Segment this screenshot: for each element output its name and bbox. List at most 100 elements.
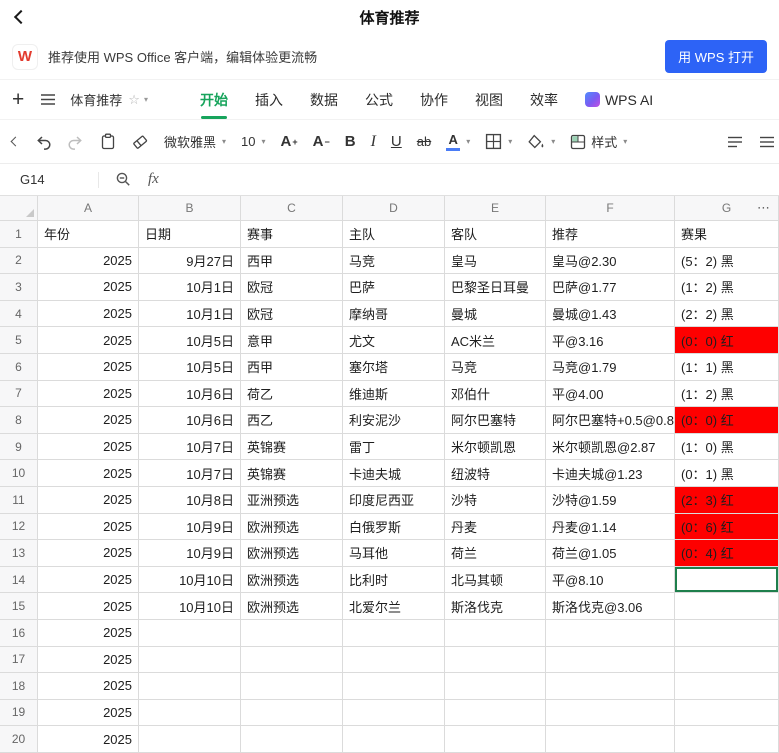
zoom-search-icon[interactable] — [115, 171, 132, 188]
cell-C6[interactable]: 西甲 — [241, 354, 343, 381]
cell-B19[interactable] — [139, 700, 241, 727]
menu-icon[interactable] — [40, 93, 56, 106]
align-left-icon[interactable] — [727, 135, 743, 149]
cell-D19[interactable] — [343, 700, 445, 727]
font-color-dropdown[interactable]: A ▾ — [446, 133, 470, 151]
cell-F6[interactable]: 马竞@1.79 — [546, 354, 675, 381]
cell-C16[interactable] — [241, 620, 343, 647]
decrease-font-size-button[interactable]: A− — [313, 133, 330, 150]
cell-G13[interactable]: (0：4) 红 — [675, 540, 779, 567]
cell-F17[interactable] — [546, 647, 675, 674]
cell-style-dropdown[interactable]: 样式 ▾ — [570, 132, 627, 151]
selected-cell-G14[interactable] — [675, 567, 779, 594]
star-icon[interactable]: ☆ — [128, 92, 140, 108]
row-header-5[interactable]: 5 — [0, 327, 38, 354]
cell-E14[interactable]: 北马其顿 — [445, 567, 546, 594]
cell-D13[interactable]: 马耳他 — [343, 540, 445, 567]
row-header-19[interactable]: 19 — [0, 700, 38, 727]
cell-G10[interactable]: (0：1) 黑 — [675, 460, 779, 487]
column-header-B[interactable]: B — [139, 196, 241, 221]
row-header-2[interactable]: 2 — [0, 248, 38, 275]
cell-A16[interactable]: 2025 — [38, 620, 139, 647]
cell-A18[interactable]: 2025 — [38, 673, 139, 700]
cell-G11[interactable]: (2：3) 红 — [675, 487, 779, 514]
cell-F8[interactable]: 阿尔巴塞特+0.5@0.8 — [546, 407, 675, 434]
cell-E1[interactable]: 客队 — [445, 221, 546, 248]
document-name[interactable]: 体育推荐 — [70, 90, 122, 109]
row-header-17[interactable]: 17 — [0, 647, 38, 674]
tab-公式[interactable]: 公式 — [365, 80, 393, 119]
formula-input[interactable] — [159, 164, 779, 195]
cell-D15[interactable]: 北爱尔兰 — [343, 593, 445, 620]
cell-B14[interactable]: 10月10日 — [139, 567, 241, 594]
cell-B12[interactable]: 10月9日 — [139, 514, 241, 541]
chevron-down-icon[interactable]: ▾ — [144, 95, 148, 104]
cell-A11[interactable]: 2025 — [38, 487, 139, 514]
column-header-F[interactable]: F — [546, 196, 675, 221]
cell-C10[interactable]: 英锦赛 — [241, 460, 343, 487]
increase-font-size-button[interactable]: A+ — [281, 133, 298, 150]
cell-E5[interactable]: AC米兰 — [445, 327, 546, 354]
cell-C13[interactable]: 欧洲预选 — [241, 540, 343, 567]
cell-D11[interactable]: 印度尼西亚 — [343, 487, 445, 514]
cell-D20[interactable] — [343, 726, 445, 753]
cell-B20[interactable] — [139, 726, 241, 753]
cell-G9[interactable]: (1：0) 黑 — [675, 434, 779, 461]
row-header-9[interactable]: 9 — [0, 434, 38, 461]
bold-button[interactable]: B — [345, 133, 356, 150]
cell-B6[interactable]: 10月5日 — [139, 354, 241, 381]
cell-G20[interactable] — [675, 726, 779, 753]
cell-A10[interactable]: 2025 — [38, 460, 139, 487]
row-header-12[interactable]: 12 — [0, 514, 38, 541]
cell-G3[interactable]: (1：2) 黑 — [675, 274, 779, 301]
cell-A12[interactable]: 2025 — [38, 514, 139, 541]
cell-C2[interactable]: 西甲 — [241, 248, 343, 275]
underline-button[interactable]: U — [391, 133, 402, 150]
cell-E4[interactable]: 曼城 — [445, 301, 546, 328]
cell-B18[interactable] — [139, 673, 241, 700]
cell-D1[interactable]: 主队 — [343, 221, 445, 248]
cell-A5[interactable]: 2025 — [38, 327, 139, 354]
cell-E10[interactable]: 纽波特 — [445, 460, 546, 487]
cell-G7[interactable]: (1：2) 黑 — [675, 381, 779, 408]
cell-C17[interactable] — [241, 647, 343, 674]
undo-icon[interactable] — [34, 134, 52, 150]
cell-G19[interactable] — [675, 700, 779, 727]
cell-C19[interactable] — [241, 700, 343, 727]
row-header-11[interactable]: 11 — [0, 487, 38, 514]
cell-B13[interactable]: 10月9日 — [139, 540, 241, 567]
cell-C3[interactable]: 欧冠 — [241, 274, 343, 301]
tab-开始[interactable]: 开始 — [200, 80, 228, 119]
cell-B7[interactable]: 10月6日 — [139, 381, 241, 408]
cell-C1[interactable]: 赛事 — [241, 221, 343, 248]
cell-D10[interactable]: 卡迪夫城 — [343, 460, 445, 487]
open-in-wps-button[interactable]: 用 WPS 打开 — [665, 40, 767, 73]
cell-F5[interactable]: 平@3.16 — [546, 327, 675, 354]
cell-G17[interactable] — [675, 647, 779, 674]
column-header-E[interactable]: E — [445, 196, 546, 221]
cell-A19[interactable]: 2025 — [38, 700, 139, 727]
cell-G4[interactable]: (2：2) 黑 — [675, 301, 779, 328]
tab-效率[interactable]: 效率 — [530, 80, 558, 119]
cell-F1[interactable]: 推荐 — [546, 221, 675, 248]
cell-F9[interactable]: 米尔顿凯恩@2.87 — [546, 434, 675, 461]
cell-F20[interactable] — [546, 726, 675, 753]
clipboard-icon[interactable] — [100, 133, 116, 150]
cell-D6[interactable]: 塞尔塔 — [343, 354, 445, 381]
cell-E2[interactable]: 皇马 — [445, 248, 546, 275]
new-sheet-icon[interactable]: + — [12, 89, 24, 110]
cell-A6[interactable]: 2025 — [38, 354, 139, 381]
cell-E17[interactable] — [445, 647, 546, 674]
cell-A1[interactable]: 年份 — [38, 221, 139, 248]
cell-A17[interactable]: 2025 — [38, 647, 139, 674]
cell-F12[interactable]: 丹麦@1.14 — [546, 514, 675, 541]
cell-A13[interactable]: 2025 — [38, 540, 139, 567]
cell-A4[interactable]: 2025 — [38, 301, 139, 328]
row-header-1[interactable]: 1 — [0, 221, 38, 248]
insert-function-button[interactable]: fx — [148, 171, 159, 188]
cell-B1[interactable]: 日期 — [139, 221, 241, 248]
cell-D2[interactable]: 马竞 — [343, 248, 445, 275]
cell-F2[interactable]: 皇马@2.30 — [546, 248, 675, 275]
strikethrough-button[interactable]: ab — [417, 134, 431, 149]
row-header-14[interactable]: 14 — [0, 567, 38, 594]
